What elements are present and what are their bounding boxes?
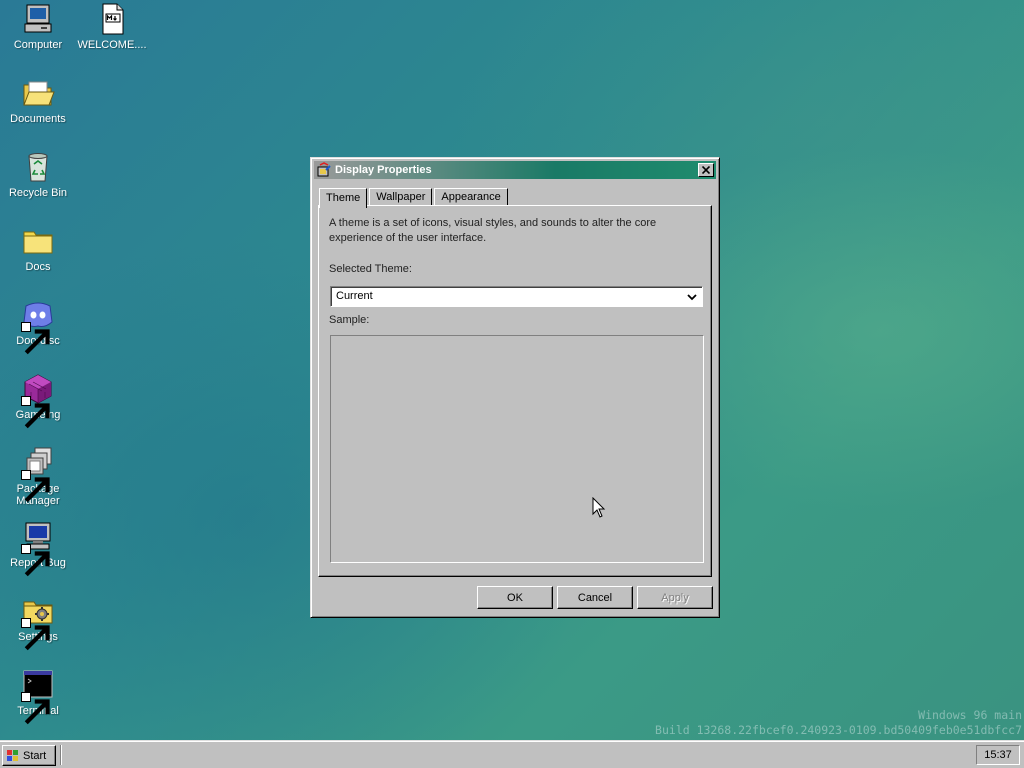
desktop-icon-terminal[interactable]: Terminal (0, 668, 76, 725)
chat-app-icon (21, 298, 55, 355)
package-manager-icon (21, 446, 55, 503)
shortcut-arrow-icon (21, 322, 50, 355)
tab-wallpaper[interactable]: Wallpaper (369, 188, 433, 206)
window-title: Display Properties (335, 164, 432, 176)
taskbar: Start 15:37 (0, 740, 1024, 768)
terminal-icon (21, 668, 55, 725)
markdown-file-icon (95, 2, 129, 36)
desktop-icon-label: WELCOME.... (77, 39, 147, 51)
theme-sample-preview (330, 335, 704, 563)
ok-button[interactable]: OK (477, 586, 553, 609)
desktop-icon-computer[interactable]: Computer (0, 2, 76, 51)
theme-description: A theme is a set of icons, visual styles… (329, 217, 657, 244)
close-icon (702, 166, 710, 174)
sample-label: Sample: (329, 314, 370, 326)
selected-theme-label: Selected Theme: (329, 263, 412, 275)
monitor-bug-icon (21, 520, 55, 577)
start-button[interactable]: Start (2, 745, 56, 766)
folder-icon (21, 224, 55, 258)
clock-time: 15:37 (984, 749, 1012, 761)
desktop-icon-label: Docs (25, 261, 51, 273)
title-bar[interactable]: Display Properties (314, 161, 716, 179)
computer-icon (21, 2, 55, 36)
theme-select[interactable]: Current (330, 286, 703, 307)
build-watermark: Windows 96 main Build 13268.22fbcef0.240… (655, 708, 1022, 738)
cancel-button[interactable]: Cancel (557, 586, 633, 609)
tab-strip: Theme Wallpaper Appearance (319, 186, 510, 208)
desktop-icon-report-bug[interactable]: Report Bug (0, 520, 76, 577)
shortcut-arrow-icon (21, 618, 50, 651)
recycle-bin-icon (21, 150, 55, 184)
shortcut-arrow-icon (21, 692, 50, 725)
desktop-icon-welcome[interactable]: WELCOME.... (74, 2, 150, 51)
shortcut-arrow-icon (21, 396, 50, 429)
display-properties-icon (317, 162, 331, 177)
desktop-icon-settings[interactable]: Settings (0, 594, 76, 651)
watermark-build: Build 13268.22fbcef0.240923-0109.bd50409… (655, 723, 1022, 737)
desktop-icon-doordisc[interactable]: Doordisc (0, 298, 76, 355)
close-button[interactable] (698, 163, 714, 177)
desktop-icon-package-manager[interactable]: Package Manager (0, 446, 76, 507)
chevron-down-icon (687, 294, 697, 301)
start-label: Start (23, 749, 47, 762)
tab-theme[interactable]: Theme (319, 188, 368, 208)
mouse-pointer-icon (592, 497, 606, 518)
game-cube-icon (21, 372, 55, 429)
open-folder-icon (21, 76, 55, 110)
desktop-icon-label: Recycle Bin (8, 187, 68, 199)
display-properties-window: Display Properties Theme Wallpaper Appea… (310, 157, 720, 618)
theme-panel: A theme is a set of icons, visual styles… (318, 205, 712, 577)
desktop-icon-recycle-bin[interactable]: Recycle Bin (0, 150, 76, 199)
watermark-edition: Windows 96 main (918, 708, 1022, 722)
system-tray-clock[interactable]: 15:37 (976, 745, 1020, 765)
desktop-icon-gameing[interactable]: Gameing (0, 372, 76, 429)
shortcut-arrow-icon (21, 544, 50, 577)
shortcut-arrow-icon (21, 470, 50, 503)
tab-appearance[interactable]: Appearance (434, 188, 508, 206)
apply-button[interactable]: Apply (637, 586, 713, 609)
theme-select-value: Current (336, 290, 373, 302)
desktop-icon-label: Computer (13, 39, 63, 51)
taskbar-separator (60, 745, 62, 765)
settings-folder-icon (21, 594, 55, 651)
desktop-icon-label: Documents (10, 113, 66, 125)
desktop-icon-docs[interactable]: Docs (0, 224, 76, 273)
desktop-icon-documents[interactable]: Documents (0, 76, 76, 125)
start-logo-icon (7, 749, 18, 761)
